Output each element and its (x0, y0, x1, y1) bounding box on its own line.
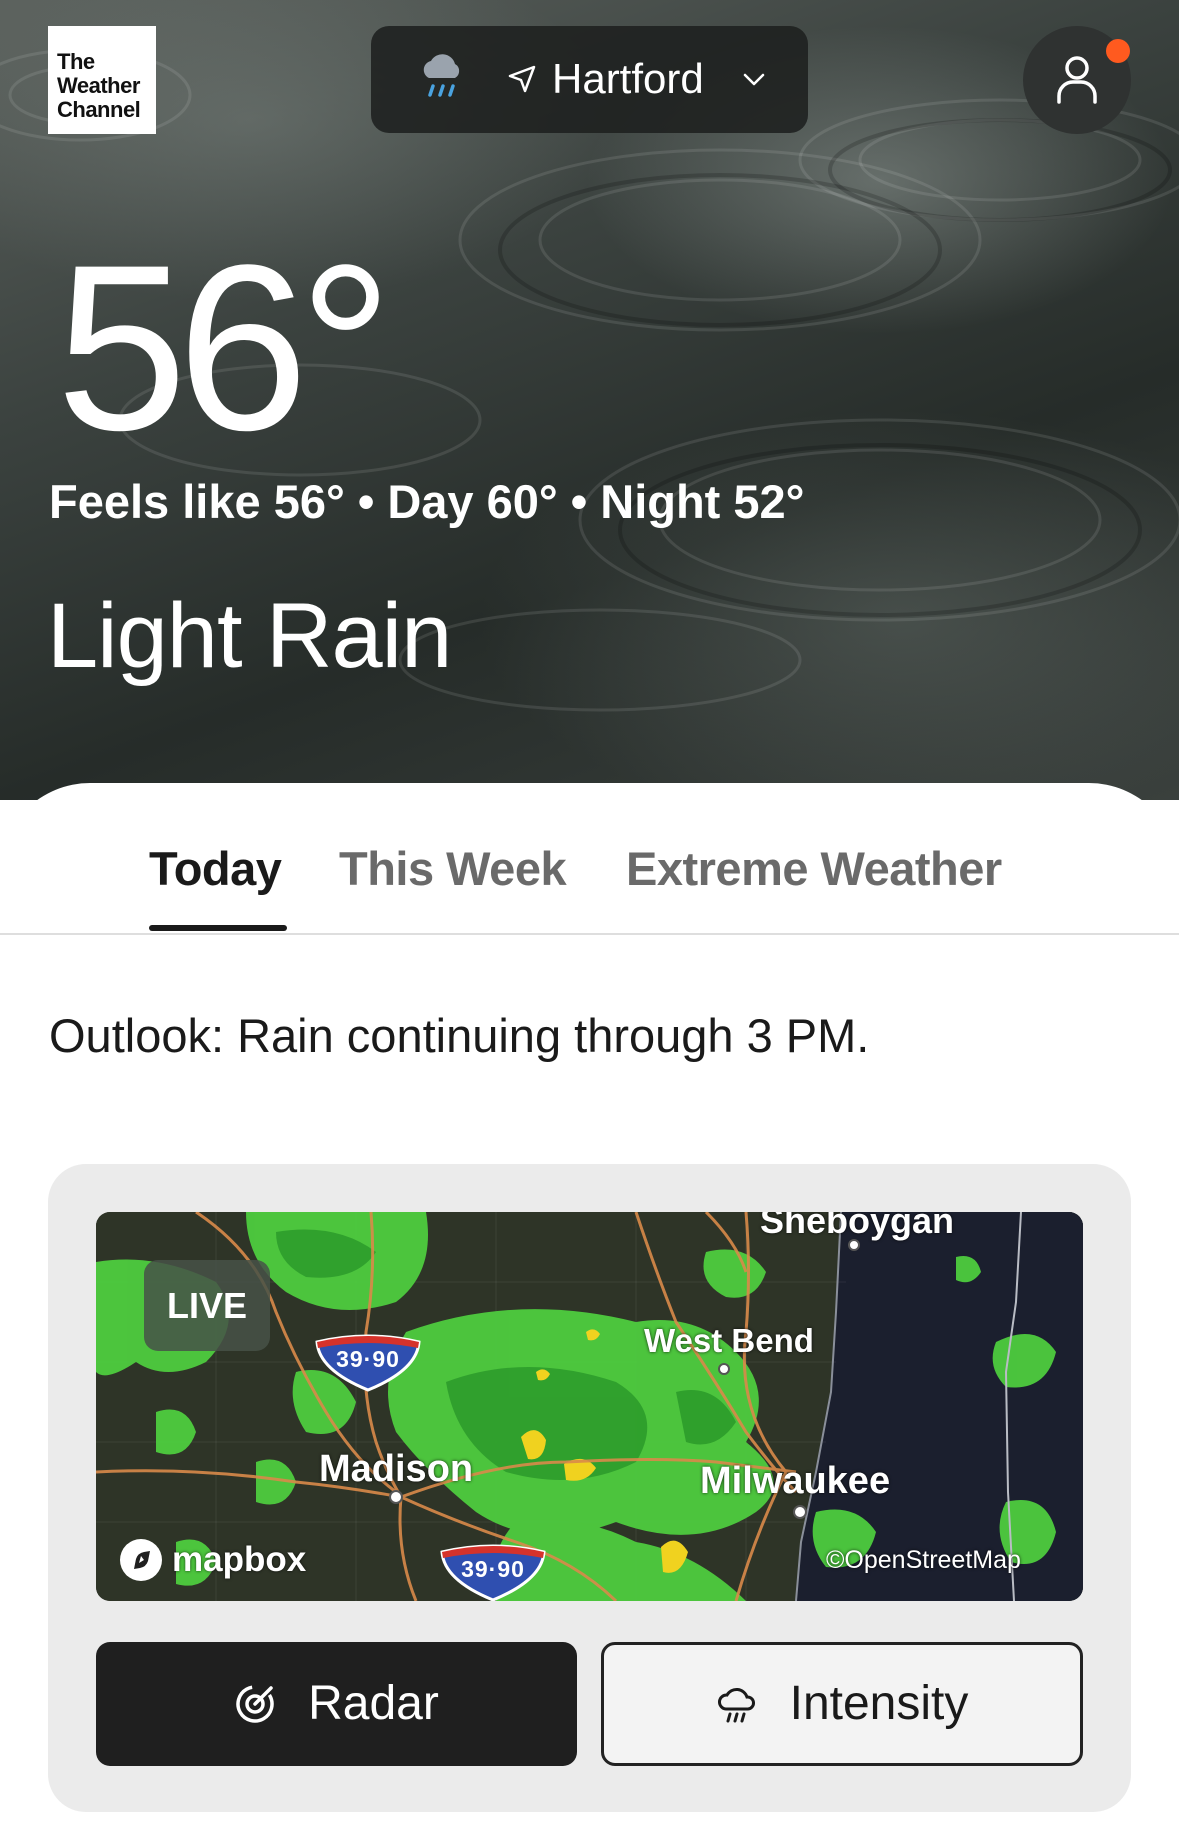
osm-attribution[interactable]: ©OpenStreetMap (826, 1546, 1021, 1575)
radar-button[interactable]: Radar (96, 1642, 577, 1766)
radar-card: Sheboygan West Bend Madison Milwaukee 39… (48, 1164, 1131, 1812)
content-sheet: Today This Week Extreme Weather Outlook:… (0, 783, 1179, 1829)
current-condition: Light Rain (47, 585, 452, 687)
active-tab-indicator (149, 925, 287, 931)
highway-shield-icon: 39·90 (438, 1542, 548, 1601)
temperature-details: Feels like 56° • Day 60° • Night 52° (49, 475, 805, 528)
mapbox-label: mapbox (172, 1540, 307, 1579)
radar-icon (236, 1685, 274, 1723)
tab-divider (0, 933, 1179, 935)
location-name: Hartford (552, 55, 704, 102)
rain-cloud-icon (717, 1688, 755, 1723)
weather-channel-logo[interactable]: The Weather Channel (48, 26, 156, 134)
map-city-milwaukee: Milwaukee (700, 1460, 891, 1502)
logo-line-1: The (57, 49, 95, 74)
chevron-down-icon (743, 73, 765, 86)
hero-section: The Weather Channel Hartford 56° Feels l… (0, 0, 1179, 800)
highway-shield-label: 39·90 (336, 1346, 400, 1372)
intensity-button-label: Intensity (789, 1677, 969, 1730)
tab-this-week[interactable]: This Week (339, 841, 567, 897)
location-selector[interactable]: Hartford (371, 26, 808, 133)
radar-map[interactable]: Sheboygan West Bend Madison Milwaukee 39… (96, 1212, 1083, 1601)
outlook-text: Outlook: Rain continuing through 3 PM. (49, 1009, 870, 1062)
intensity-button[interactable]: Intensity (601, 1642, 1083, 1766)
mapbox-logo[interactable]: mapbox (120, 1536, 306, 1584)
radar-button-label: Radar (308, 1677, 439, 1730)
live-badge: LIVE (144, 1260, 270, 1351)
tab-extreme-weather[interactable]: Extreme Weather (626, 841, 1002, 897)
tab-bar: Today This Week Extreme Weather (0, 783, 1179, 935)
highway-shield-icon: 39·90 (313, 1332, 423, 1392)
map-city-west-bend: West Bend (644, 1322, 814, 1359)
map-city-sheboygan: Sheboygan (760, 1212, 955, 1241)
notification-dot (1106, 39, 1130, 63)
mapbox-icon (120, 1539, 162, 1581)
user-icon (1057, 56, 1097, 104)
logo-line-2: Weather (57, 73, 140, 98)
current-temperature: 56° (56, 216, 393, 480)
map-city-madison: Madison (319, 1448, 474, 1490)
highway-shield-label: 39·90 (461, 1556, 525, 1582)
rain-cloud-icon (423, 54, 460, 97)
tab-today[interactable]: Today (149, 841, 282, 897)
navigation-arrow-icon (508, 65, 536, 93)
logo-line-3: Channel (57, 97, 141, 122)
